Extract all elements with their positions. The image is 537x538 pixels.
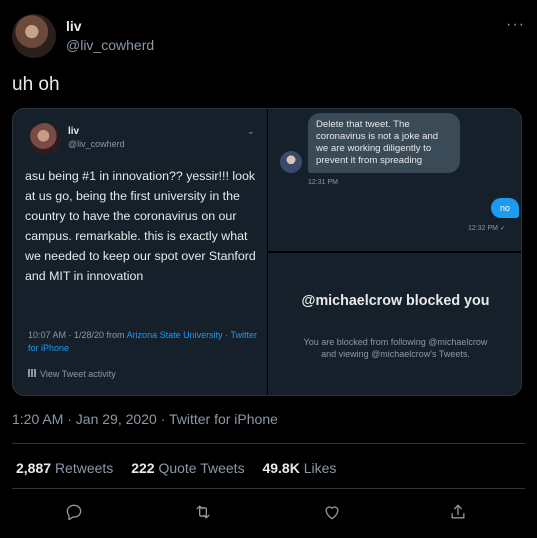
quotes-label: Quote Tweets [158,460,245,476]
quotes-stat[interactable]: 222 Quote Tweets [131,460,244,476]
chevron-down-icon: ⌄ [247,126,255,136]
dm-screenshot[interactable]: Delete that tweet. The coronavirus is no… [268,109,521,251]
blocked-screenshot[interactable]: @michaelcrow blocked you You are blocked… [268,253,521,395]
tweet-timestamp[interactable]: 1:20 AM · Jan 29, 2020 · Twitter for iPh… [12,411,278,427]
embedded-tweet-meta: 10:07 AM · 1/28/20 from Arizona State Un… [28,329,260,355]
likes-stat[interactable]: 49.8K Likes [262,460,336,476]
retweets-stat[interactable]: 2,887 Retweets [16,460,113,476]
tweet-header: liv @liv_cowherd ··· [12,14,525,58]
retweet-icon[interactable] [191,500,215,524]
blocked-title: @michaelcrow blocked you [301,293,490,309]
like-icon[interactable] [320,500,344,524]
embedded-author-name: liv [68,126,80,137]
tweet-media[interactable]: liv @liv_cowherd ⌄ asu being #1 in innov… [12,108,522,396]
analytics-icon [28,369,36,377]
dm-incoming-time: 12:31 PM [308,179,338,186]
dm-incoming-message: Delete that tweet. The coronavirus is no… [308,113,460,173]
divider [12,488,525,489]
author-name[interactable]: liv [66,18,82,34]
likes-count: 49.8K [262,460,300,476]
view-activity-label: View Tweet activity [40,369,116,379]
dm-outgoing-message: no [491,198,519,218]
dm-outgoing-time: 12:32 PM ✓ [468,225,506,232]
embedded-tweet-screenshot[interactable]: liv @liv_cowherd ⌄ asu being #1 in innov… [13,109,267,395]
action-bar [12,498,525,528]
avatar[interactable] [12,14,56,58]
dm-avatar [280,151,302,173]
likes-label: Likes [303,460,337,476]
embedded-meta-place: Arizona State University [126,330,223,340]
author-handle[interactable]: @liv_cowherd [66,37,154,53]
tweet-stats: 2,887 Retweets 222 Quote Tweets 49.8K Li… [16,460,350,476]
view-tweet-activity: View Tweet activity [28,369,116,379]
tweet-text: uh oh [12,74,60,95]
embedded-author-handle: @liv_cowherd [68,139,125,149]
blocked-description: You are blocked from following @michaelc… [303,337,488,359]
retweets-label: Retweets [54,460,114,476]
embedded-tweet-body: asu being #1 in innovation?? yessir!!! l… [25,169,256,283]
quotes-count: 222 [131,460,155,476]
divider [12,443,525,444]
more-options-icon[interactable]: ··· [506,16,525,34]
retweets-count: 2,887 [16,460,52,476]
reply-icon[interactable] [62,500,86,524]
embedded-avatar [29,123,61,155]
embedded-meta-time: 10:07 AM · 1/28/20 from [28,330,127,340]
share-icon[interactable] [446,500,470,524]
